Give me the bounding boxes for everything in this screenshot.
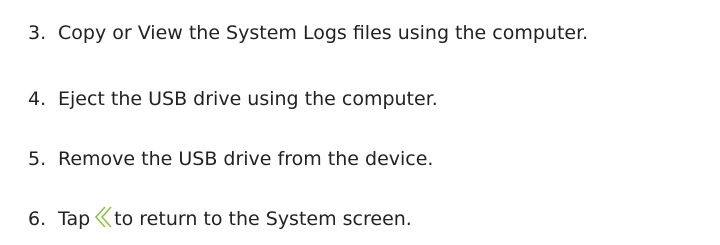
step-5: 5. Remove the USB drive from the device. [28, 144, 433, 174]
step-4: 4. Eject the USB drive using the computer… [28, 84, 438, 114]
step-text-after-icon: to return to the System screen. [114, 208, 412, 230]
instruction-steps: 3. Copy or View the System Logs files usi… [0, 0, 720, 245]
step-number: 6. [28, 208, 47, 230]
step-3: 3. Copy or View the System Logs files usi… [28, 18, 588, 48]
step-number: 5. [28, 148, 47, 170]
step-number: 3. [28, 22, 47, 44]
step-number: 4. [28, 88, 47, 110]
step-text: Eject the USB drive using the computer. [58, 88, 438, 110]
step-text: Copy or View the System Logs files using… [58, 22, 589, 44]
step-text-before-icon: Tap [58, 208, 91, 230]
double-chevron-left-icon [93, 205, 113, 229]
step-6: 6. Tap to return to the System screen. [28, 204, 412, 234]
step-text: Remove the USB drive from the device. [58, 148, 434, 170]
